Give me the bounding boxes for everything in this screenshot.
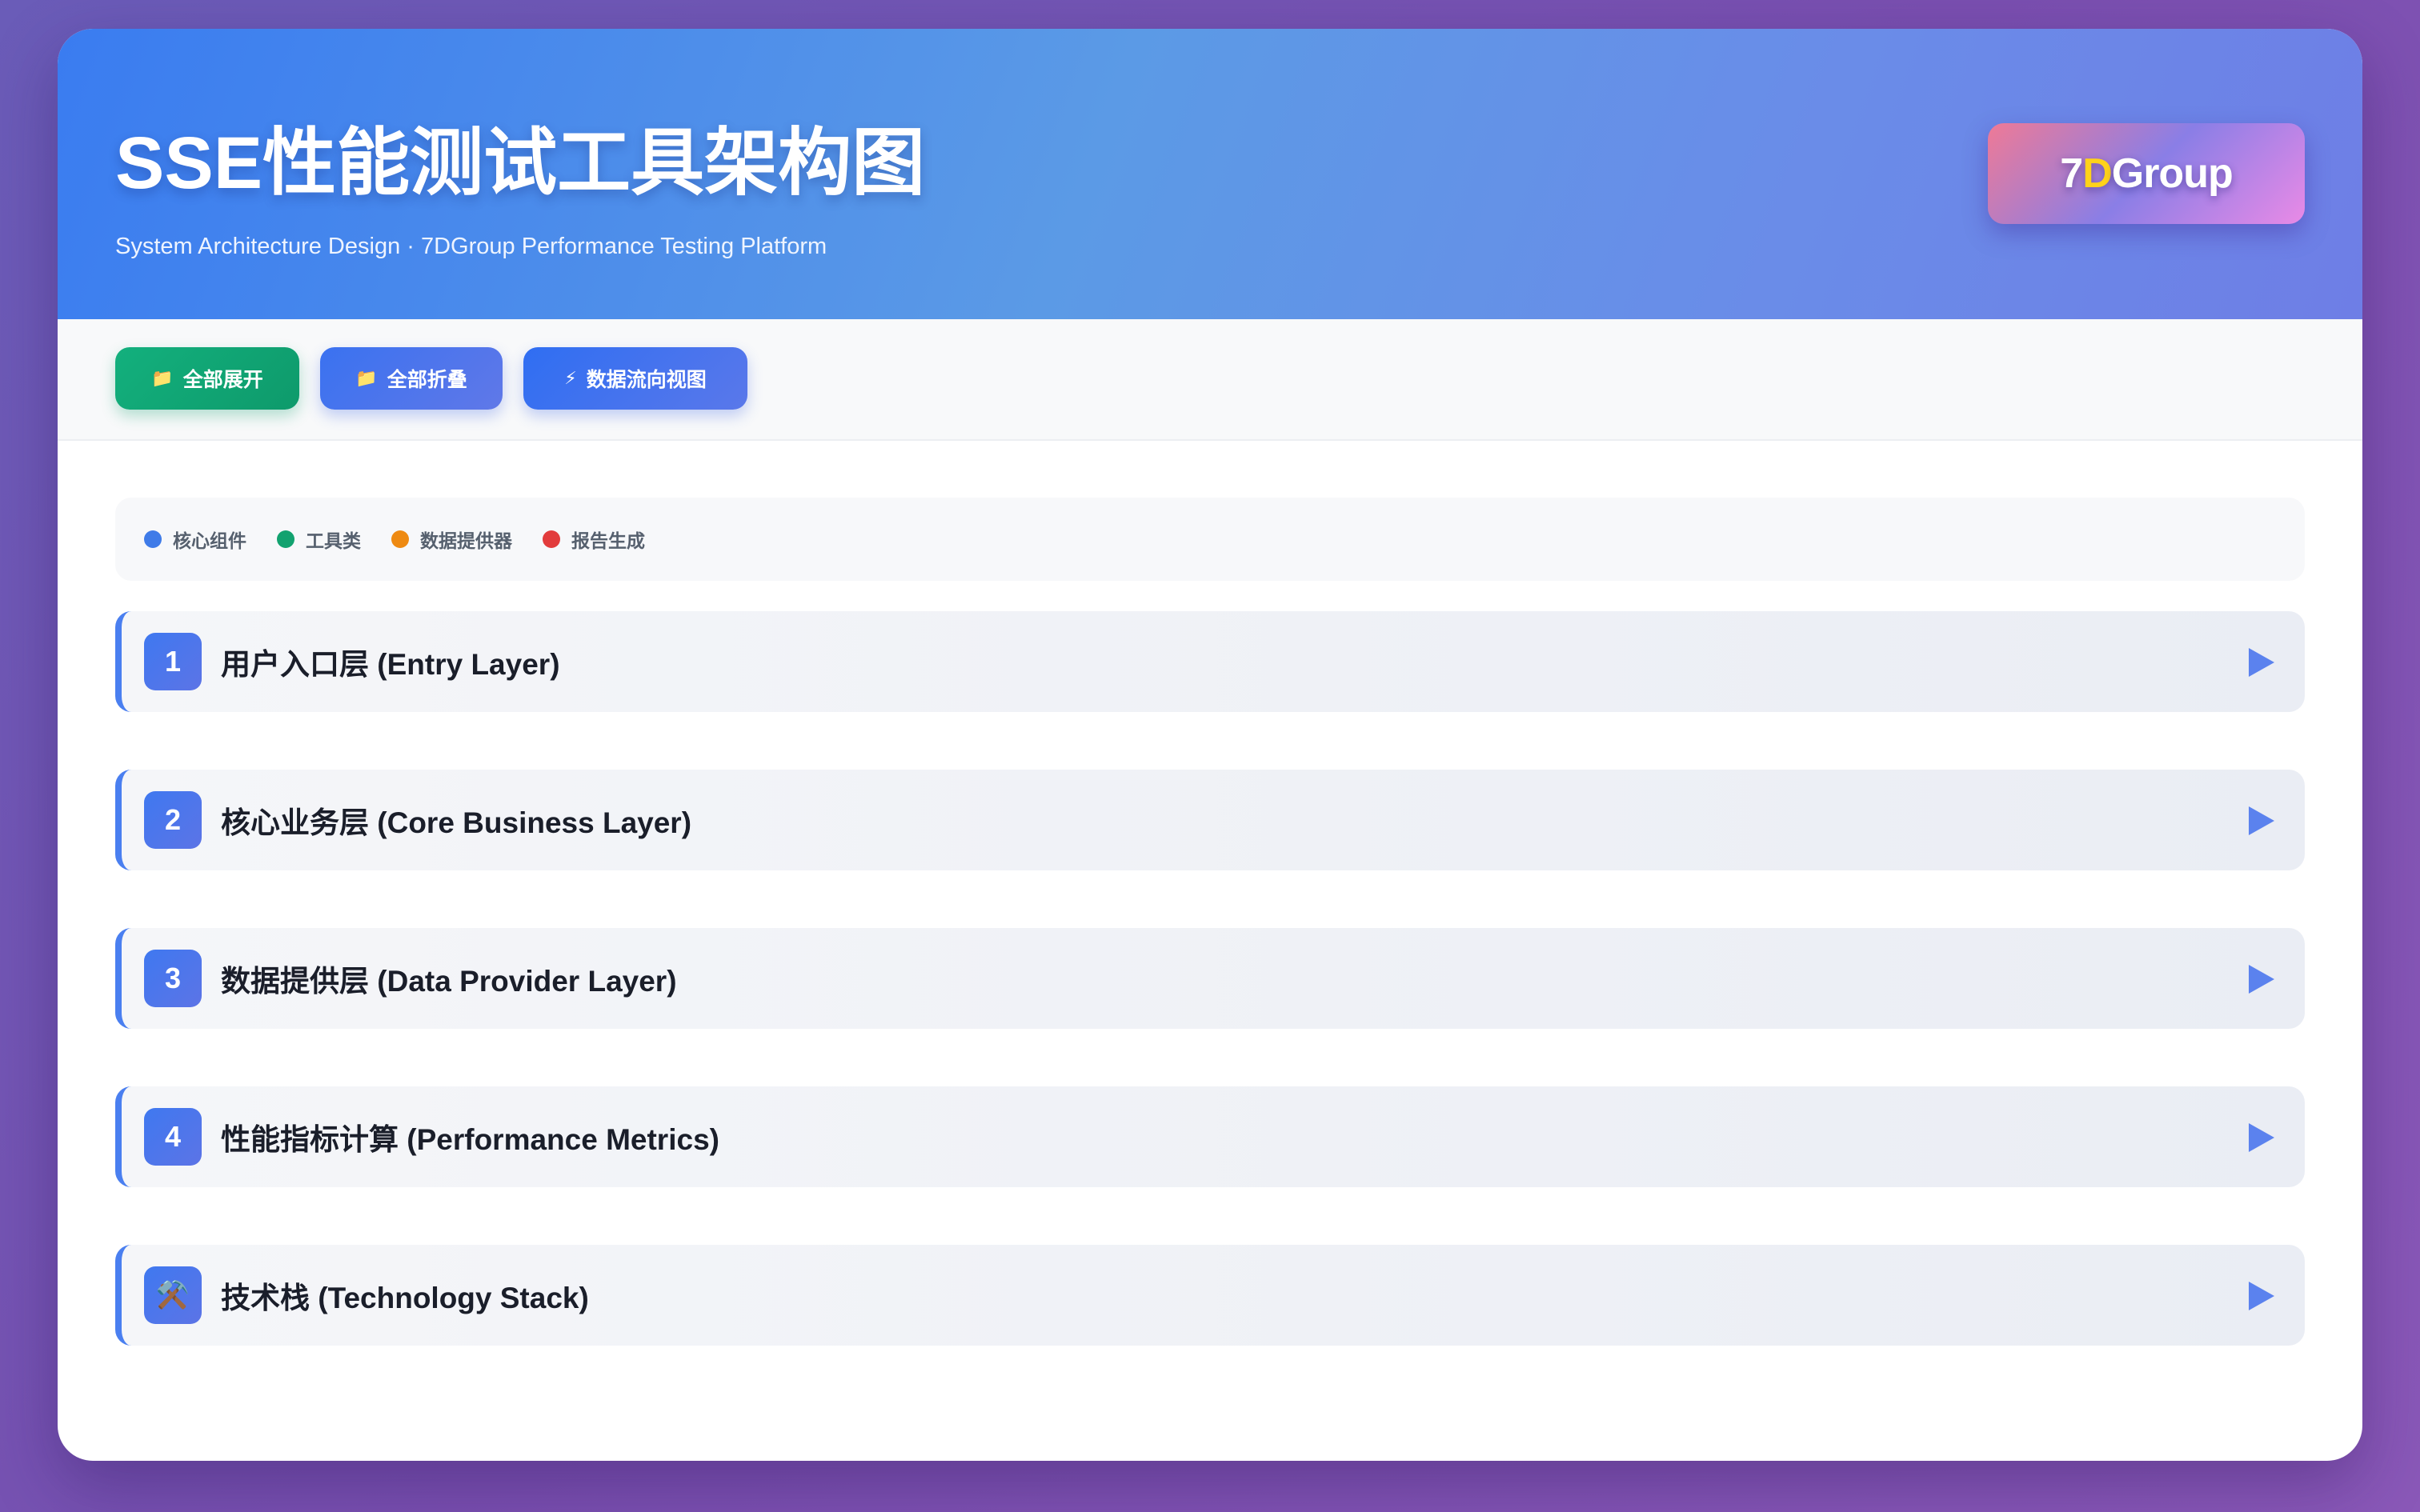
- section-number-badge: 3: [144, 950, 202, 1007]
- legend-dot-icon: [277, 530, 294, 548]
- legend-item-tools: 工具类: [277, 526, 361, 553]
- legend-dot-icon: [543, 530, 560, 548]
- legend-dot-icon: [144, 530, 162, 548]
- play-arrow-icon[interactable]: [2249, 965, 2274, 994]
- folder-icon: 📁: [355, 368, 378, 388]
- expand-all-button[interactable]: 📁 全部展开: [115, 347, 299, 410]
- section-title: 性能指标计算 (Performance Metrics): [221, 1123, 719, 1156]
- legend-dot-icon: [391, 530, 409, 548]
- play-arrow-icon[interactable]: [2249, 1123, 2274, 1152]
- expand-all-label: 全部展开: [182, 369, 263, 391]
- section-number-badge: 1: [144, 633, 202, 690]
- data-flow-view-label: 数据流向视图: [586, 369, 707, 391]
- folder-icon: 📁: [151, 368, 174, 388]
- section-entry-layer[interactable]: 1 用户入口层 (Entry Layer): [115, 611, 2305, 712]
- collapse-all-button[interactable]: 📁 全部折叠: [320, 347, 503, 410]
- legend-item-report: 报告生成: [543, 526, 645, 553]
- section-technology-stack[interactable]: ⚒️ 技术栈 (Technology Stack): [115, 1245, 2305, 1346]
- play-arrow-icon[interactable]: [2249, 648, 2274, 677]
- brand-text: 7DGroup: [2060, 150, 2233, 197]
- legend-item-data-provider: 数据提供器: [391, 526, 512, 553]
- section-title: 用户入口层 (Entry Layer): [221, 648, 560, 681]
- section-title: 技术栈 (Technology Stack): [221, 1282, 589, 1314]
- main-card: SSE性能测试工具架构图 System Architecture Design …: [58, 29, 2362, 1461]
- legend-item-core: 核心组件: [144, 526, 246, 553]
- play-arrow-icon[interactable]: [2249, 806, 2274, 835]
- data-flow-view-button[interactable]: ⚡ 数据流向视图: [523, 347, 747, 410]
- brand-logo: 7DGroup: [1988, 123, 2305, 224]
- page-header: SSE性能测试工具架构图 System Architecture Design …: [58, 29, 2362, 319]
- section-number-badge: 4: [144, 1108, 202, 1166]
- lightning-icon: ⚡: [564, 368, 577, 388]
- page-subtitle: System Architecture Design · 7DGroup Per…: [115, 234, 827, 259]
- section-core-business-layer[interactable]: 2 核心业务层 (Core Business Layer): [115, 770, 2305, 870]
- section-number-badge: 2: [144, 791, 202, 849]
- play-arrow-icon[interactable]: [2249, 1282, 2274, 1310]
- collapse-all-label: 全部折叠: [387, 369, 467, 391]
- section-data-provider-layer[interactable]: 3 数据提供层 (Data Provider Layer): [115, 928, 2305, 1029]
- legend: 核心组件 工具类 数据提供器 报告生成: [115, 498, 2305, 581]
- section-title: 数据提供层 (Data Provider Layer): [221, 965, 677, 998]
- hammer-wrench-icon: ⚒️: [144, 1266, 202, 1324]
- page-title: SSE性能测试工具架构图: [115, 122, 926, 204]
- section-title: 核心业务层 (Core Business Layer): [221, 806, 692, 839]
- section-performance-metrics[interactable]: 4 性能指标计算 (Performance Metrics): [115, 1086, 2305, 1187]
